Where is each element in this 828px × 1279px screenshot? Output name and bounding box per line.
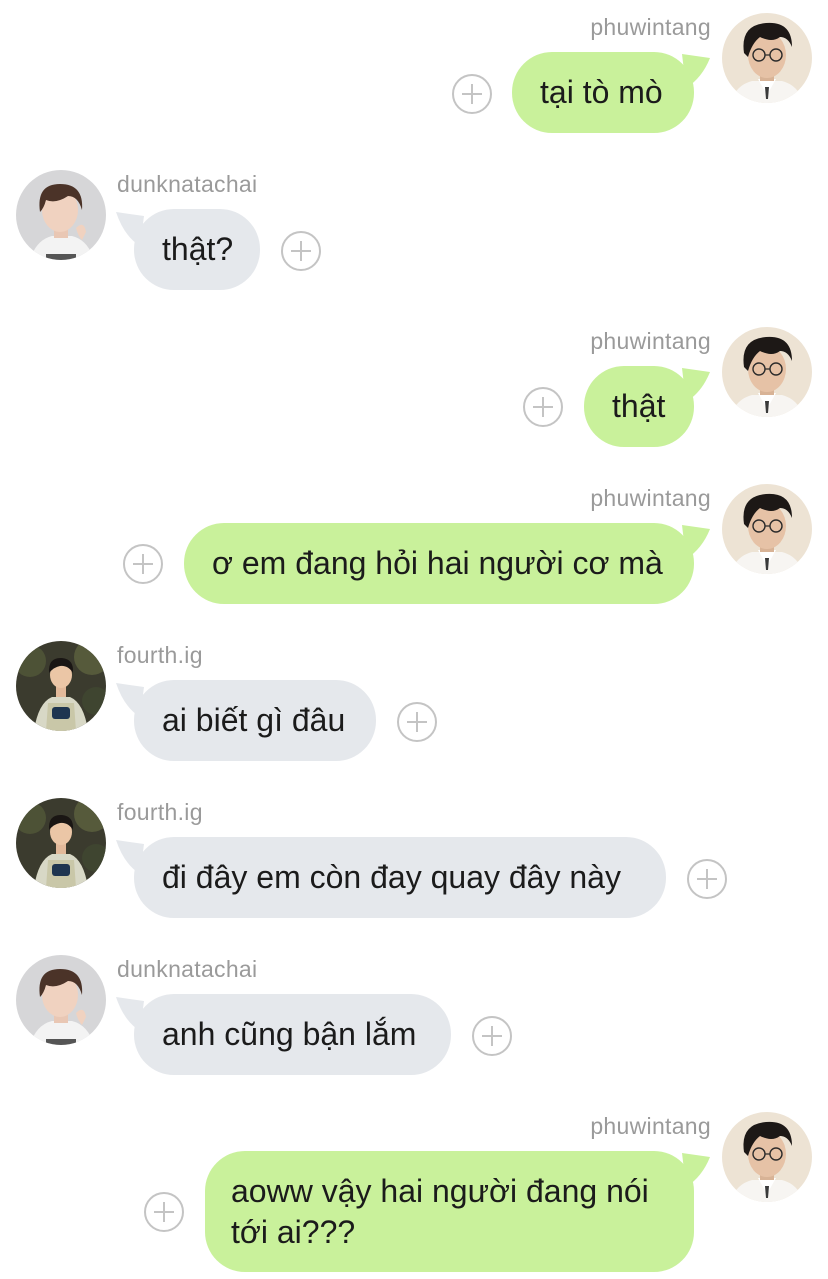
avatar-phuwintang[interactable] (722, 484, 812, 574)
add-reaction-icon[interactable] (687, 859, 727, 899)
add-reaction-icon[interactable] (523, 387, 563, 427)
message-text: thật? (162, 231, 234, 267)
add-reaction-icon[interactable] (281, 231, 321, 271)
add-reaction-icon[interactable] (397, 702, 437, 742)
message-bubble-outgoing[interactable]: tại tò mò (512, 52, 694, 133)
message-bubble-incoming[interactable]: anh cũng bận lắm (134, 994, 451, 1075)
message-text: thật (612, 388, 666, 424)
message-text: ai biết gì đâu (162, 702, 346, 738)
sender-username: fourth.ig (117, 799, 203, 825)
avatar-phuwintang[interactable] (722, 1112, 812, 1202)
message-bubble-incoming[interactable]: đi đây em còn đay quay đây này (134, 837, 666, 918)
message-bubble-outgoing[interactable]: ơ em đang hỏi hai người cơ mà (184, 523, 694, 604)
avatar-fourth[interactable] (16, 641, 106, 731)
avatar-dunknatachai[interactable] (16, 955, 106, 1045)
message-bubble-outgoing[interactable]: thật (584, 366, 694, 447)
sender-username: phuwintang (590, 328, 711, 354)
add-reaction-icon[interactable] (452, 74, 492, 114)
message-text: tại tò mò (540, 74, 663, 110)
sender-username: phuwintang (590, 14, 711, 40)
sender-username: dunknatachai (117, 171, 258, 197)
add-reaction-icon[interactable] (144, 1192, 184, 1232)
message-bubble-outgoing[interactable]: aoww vậy hai người đang nói tới ai??? (205, 1151, 694, 1272)
avatar-fourth[interactable] (16, 798, 106, 888)
avatar-phuwintang[interactable] (722, 13, 812, 103)
sender-username: phuwintang (590, 1113, 711, 1139)
sender-username: phuwintang (590, 485, 711, 511)
message-text: aoww vậy hai người đang nói tới ai??? (231, 1172, 649, 1250)
message-bubble-incoming[interactable]: ai biết gì đâu (134, 680, 376, 761)
sender-username: fourth.ig (117, 642, 203, 668)
message-text: đi đây em còn đay quay đây này (162, 859, 621, 895)
sender-username: dunknatachai (117, 956, 258, 982)
add-reaction-icon[interactable] (123, 544, 163, 584)
avatar-dunknatachai[interactable] (16, 170, 106, 260)
avatar-phuwintang[interactable] (722, 327, 812, 417)
message-text: ơ em đang hỏi hai người cơ mà (212, 545, 663, 581)
message-bubble-incoming[interactable]: thật? (134, 209, 260, 290)
message-text: anh cũng bận lắm (162, 1016, 417, 1052)
add-reaction-icon[interactable] (472, 1016, 512, 1056)
